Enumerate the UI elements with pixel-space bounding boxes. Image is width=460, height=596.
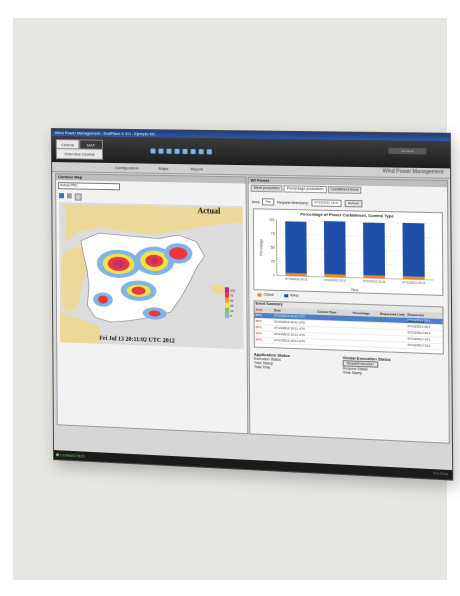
bar-wind: [363, 222, 386, 276]
chart-controls: Area Day Request timestamp 07/13/2012 19…: [251, 198, 363, 208]
status-brand: Iberdrola: [433, 471, 448, 477]
info-icon[interactable]: [66, 193, 72, 199]
chart-canvas: 100 75 50 25 0 Percentage Time 07/13/2012 20:11…: [259, 218, 442, 292]
cell: [318, 340, 353, 346]
cell: BPS: [255, 331, 262, 336]
legend-label: Check: [263, 292, 274, 297]
y-tick-label: 25: [271, 260, 275, 264]
cell: [353, 341, 380, 347]
subtab-percentage-production[interactable]: Percentage production: [283, 185, 327, 194]
range-select[interactable]: Day: [262, 198, 275, 206]
legend-label: Wind: [290, 293, 299, 298]
connection-status: CONNECTED: [59, 452, 85, 459]
print-icon[interactable]: [198, 149, 204, 155]
cell: [353, 328, 380, 334]
zoom-out-icon[interactable]: [182, 148, 188, 155]
settings-icon[interactable]: [206, 149, 212, 155]
cell: [380, 342, 407, 348]
x-tick-label: 07/13/2012 20:11: [363, 279, 386, 284]
cell: [380, 323, 407, 329]
application-window: Wind Power Management - EnaPlace V 3.0 -…: [50, 128, 454, 481]
cell: 07/13/2012 20:11 UTC: [274, 338, 306, 344]
cell: 07/13/2012 20:1: [407, 342, 431, 348]
menu-configuration[interactable]: Configuration: [115, 165, 139, 170]
cell: [353, 322, 380, 328]
map-canvas: [59, 202, 244, 350]
cell: 07/13/2012 20:1: [407, 336, 431, 342]
cell: [380, 317, 407, 323]
y-tick-label: 0: [273, 274, 275, 278]
connection-icon: [56, 453, 59, 457]
brand-label: Iberdrola: [388, 147, 427, 155]
legend-item-wind: Wind: [284, 293, 299, 298]
cell: BPS: [255, 318, 262, 324]
cell: BPS: [255, 325, 262, 330]
subtab-curtailment-trend[interactable]: Curtailment trend: [327, 186, 362, 194]
play-icon[interactable]: [74, 193, 82, 201]
cell: [380, 329, 407, 335]
toolbar-icons: [150, 148, 212, 155]
curtailment-chart: Percentage of Power Curtailment, Control…: [252, 208, 444, 296]
tab-overview-central[interactable]: Overview Central: [55, 148, 104, 160]
legend-swatch-check: [257, 292, 262, 297]
period-label: Request timestamp: [277, 200, 309, 205]
x-tick-label: 07/13/2012 20:11: [285, 277, 308, 282]
cell: BPS: [255, 312, 262, 318]
date-input[interactable]: 07/13/2012 19:41: [311, 199, 342, 208]
x-tick-label: 07/13/2012 20:11: [402, 280, 425, 285]
refresh-button[interactable]: Refresh: [344, 199, 363, 208]
status-bar: CONNECTED Iberdrola: [54, 450, 453, 480]
cell: [353, 316, 380, 322]
application-status: Application Status Execution Status Time…: [254, 352, 290, 371]
bar-wind: [323, 221, 346, 275]
cell: BPS: [255, 337, 262, 342]
refresh-icon[interactable]: [166, 148, 172, 154]
y-tick-label: 75: [271, 232, 275, 236]
range-label: Area: [251, 199, 260, 204]
y-tick-label: 100: [269, 218, 275, 222]
forward-icon[interactable]: [158, 148, 164, 154]
cell: [353, 335, 380, 341]
scale-label: 100: [229, 287, 236, 293]
y-tick-label: 50: [271, 246, 275, 250]
menu-maps[interactable]: Maps: [159, 166, 169, 171]
map-type-select[interactable]: Actual PRC: [58, 182, 121, 191]
contour-map-panel: Contour Map Actual PRC Actual Fri Jul 13…: [55, 173, 249, 435]
x-axis-label: Time: [351, 288, 359, 292]
scale-label: 10: [230, 308, 234, 313]
app-status-line: Total Time: [253, 364, 271, 370]
y-axis-label: Percentage: [259, 239, 263, 256]
x-tick-label: 07/13/2012 20:11: [324, 278, 347, 283]
global-execution-status: Global Execution Status Reset/Execution …: [343, 355, 391, 377]
subtab-wind-production[interactable]: Wind production: [250, 184, 283, 193]
map-scale-legend: 100 75 50 25 10 5: [224, 287, 237, 319]
bar-wind: [285, 221, 307, 274]
legend-item-check: Check: [257, 292, 274, 297]
scale-label: 25: [230, 303, 234, 308]
cell: 07/13/2012 20:1: [407, 330, 431, 336]
back-icon[interactable]: [150, 148, 156, 154]
bar-wind: [402, 222, 425, 277]
menu-report[interactable]: Report: [191, 166, 203, 171]
contour-map[interactable]: Actual Fri Jul 13 20:11:02 UTC 2012 100 …: [59, 202, 244, 350]
scale-label: 75: [230, 293, 234, 298]
zoom-in-icon[interactable]: [174, 148, 180, 154]
cell: 07/13/2012 20:1: [407, 324, 431, 330]
scale-label: 5: [230, 313, 232, 318]
cell: 07/13/2012 20:1: [407, 317, 431, 323]
cell: [380, 336, 407, 342]
legend-swatch-wind: [284, 293, 289, 297]
layers-icon[interactable]: [59, 193, 65, 199]
event-grid: Event Summary Area Date Control Type Per…: [253, 300, 444, 355]
app-title: Wind Power Management: [382, 168, 444, 176]
map-title: Actual: [197, 206, 221, 216]
wf-power-panel: Wf Power Wind production Percentage prod…: [247, 176, 450, 444]
scale-label: 50: [230, 298, 234, 303]
pan-icon[interactable]: [190, 149, 196, 155]
chart-legend: Check Wind: [257, 292, 299, 298]
